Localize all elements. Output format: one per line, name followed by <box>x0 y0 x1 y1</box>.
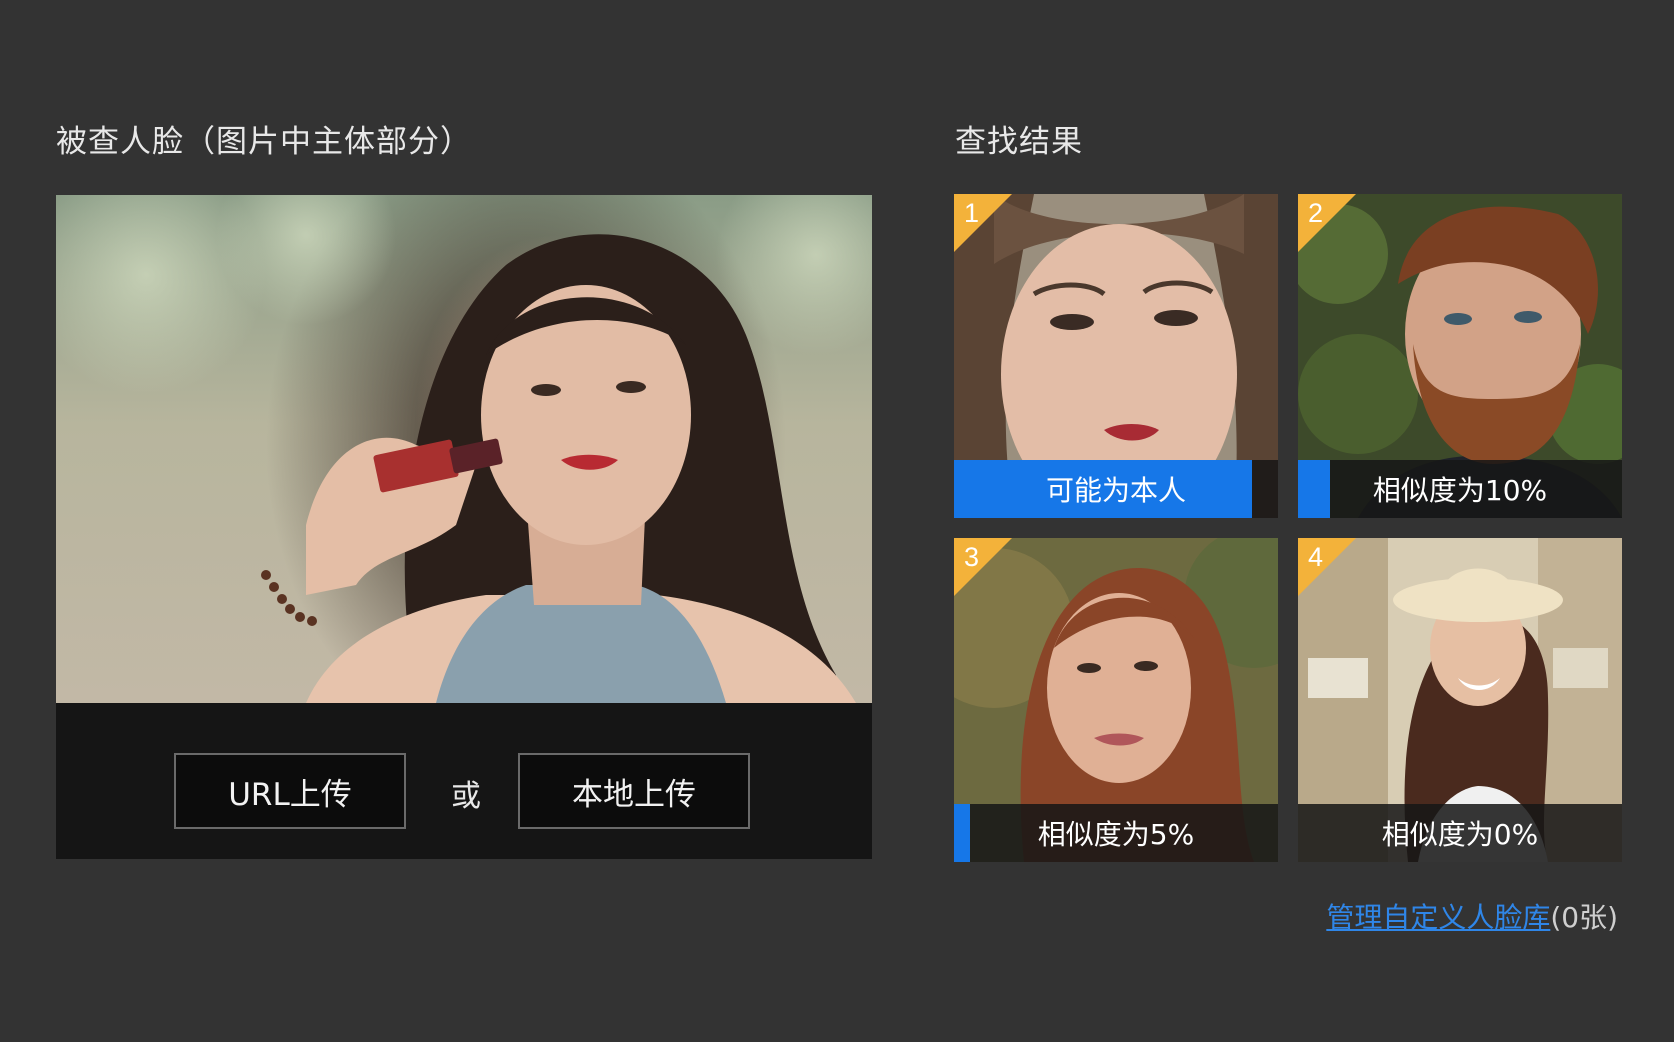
rank-badge <box>954 538 1012 596</box>
rank-number: 1 <box>964 198 980 228</box>
face-library-count: (0张) <box>1550 901 1618 934</box>
rank-badge <box>1298 194 1356 252</box>
result-card[interactable]: 1 可能为本人 <box>954 194 1278 518</box>
or-separator: 或 <box>451 779 481 814</box>
similarity-label: 可能为本人 <box>1045 474 1186 507</box>
rank-badge <box>954 194 1012 252</box>
upload-bar: URL上传 或 本地上传 <box>56 703 872 859</box>
similarity-label: 相似度为5% <box>1037 818 1195 851</box>
query-face-photo <box>56 195 872 703</box>
manage-face-library-row: 管理自定义人脸库(0张) <box>1326 896 1618 936</box>
rank-number: 2 <box>1308 198 1324 228</box>
rank-number: 4 <box>1308 542 1324 572</box>
rank-badge <box>1298 538 1356 596</box>
url-upload-button[interactable]: URL上传 <box>174 753 406 829</box>
result-card[interactable]: 2 相似度为10% <box>1298 194 1622 518</box>
similarity-bar: 相似度为0% <box>1298 804 1622 862</box>
query-face-heading: 被查人脸（图片中主体部分） <box>56 124 472 160</box>
search-results-heading: 查找结果 <box>955 124 1083 160</box>
query-face-panel: URL上传 或 本地上传 <box>56 195 872 859</box>
result-card[interactable]: 3 相似度为5% <box>954 538 1278 862</box>
manage-face-library-link[interactable]: 管理自定义人脸库 <box>1326 901 1550 934</box>
result-card[interactable]: 4 相似度为0% <box>1298 538 1622 862</box>
rank-number: 3 <box>964 542 980 572</box>
similarity-bar: 可能为本人 <box>954 460 1278 518</box>
local-upload-button[interactable]: 本地上传 <box>518 753 750 829</box>
similarity-label: 相似度为10% <box>1372 474 1548 507</box>
similarity-bar: 相似度为5% <box>954 804 1278 862</box>
similarity-label: 相似度为0% <box>1381 818 1539 851</box>
similarity-bar: 相似度为10% <box>1298 460 1622 518</box>
